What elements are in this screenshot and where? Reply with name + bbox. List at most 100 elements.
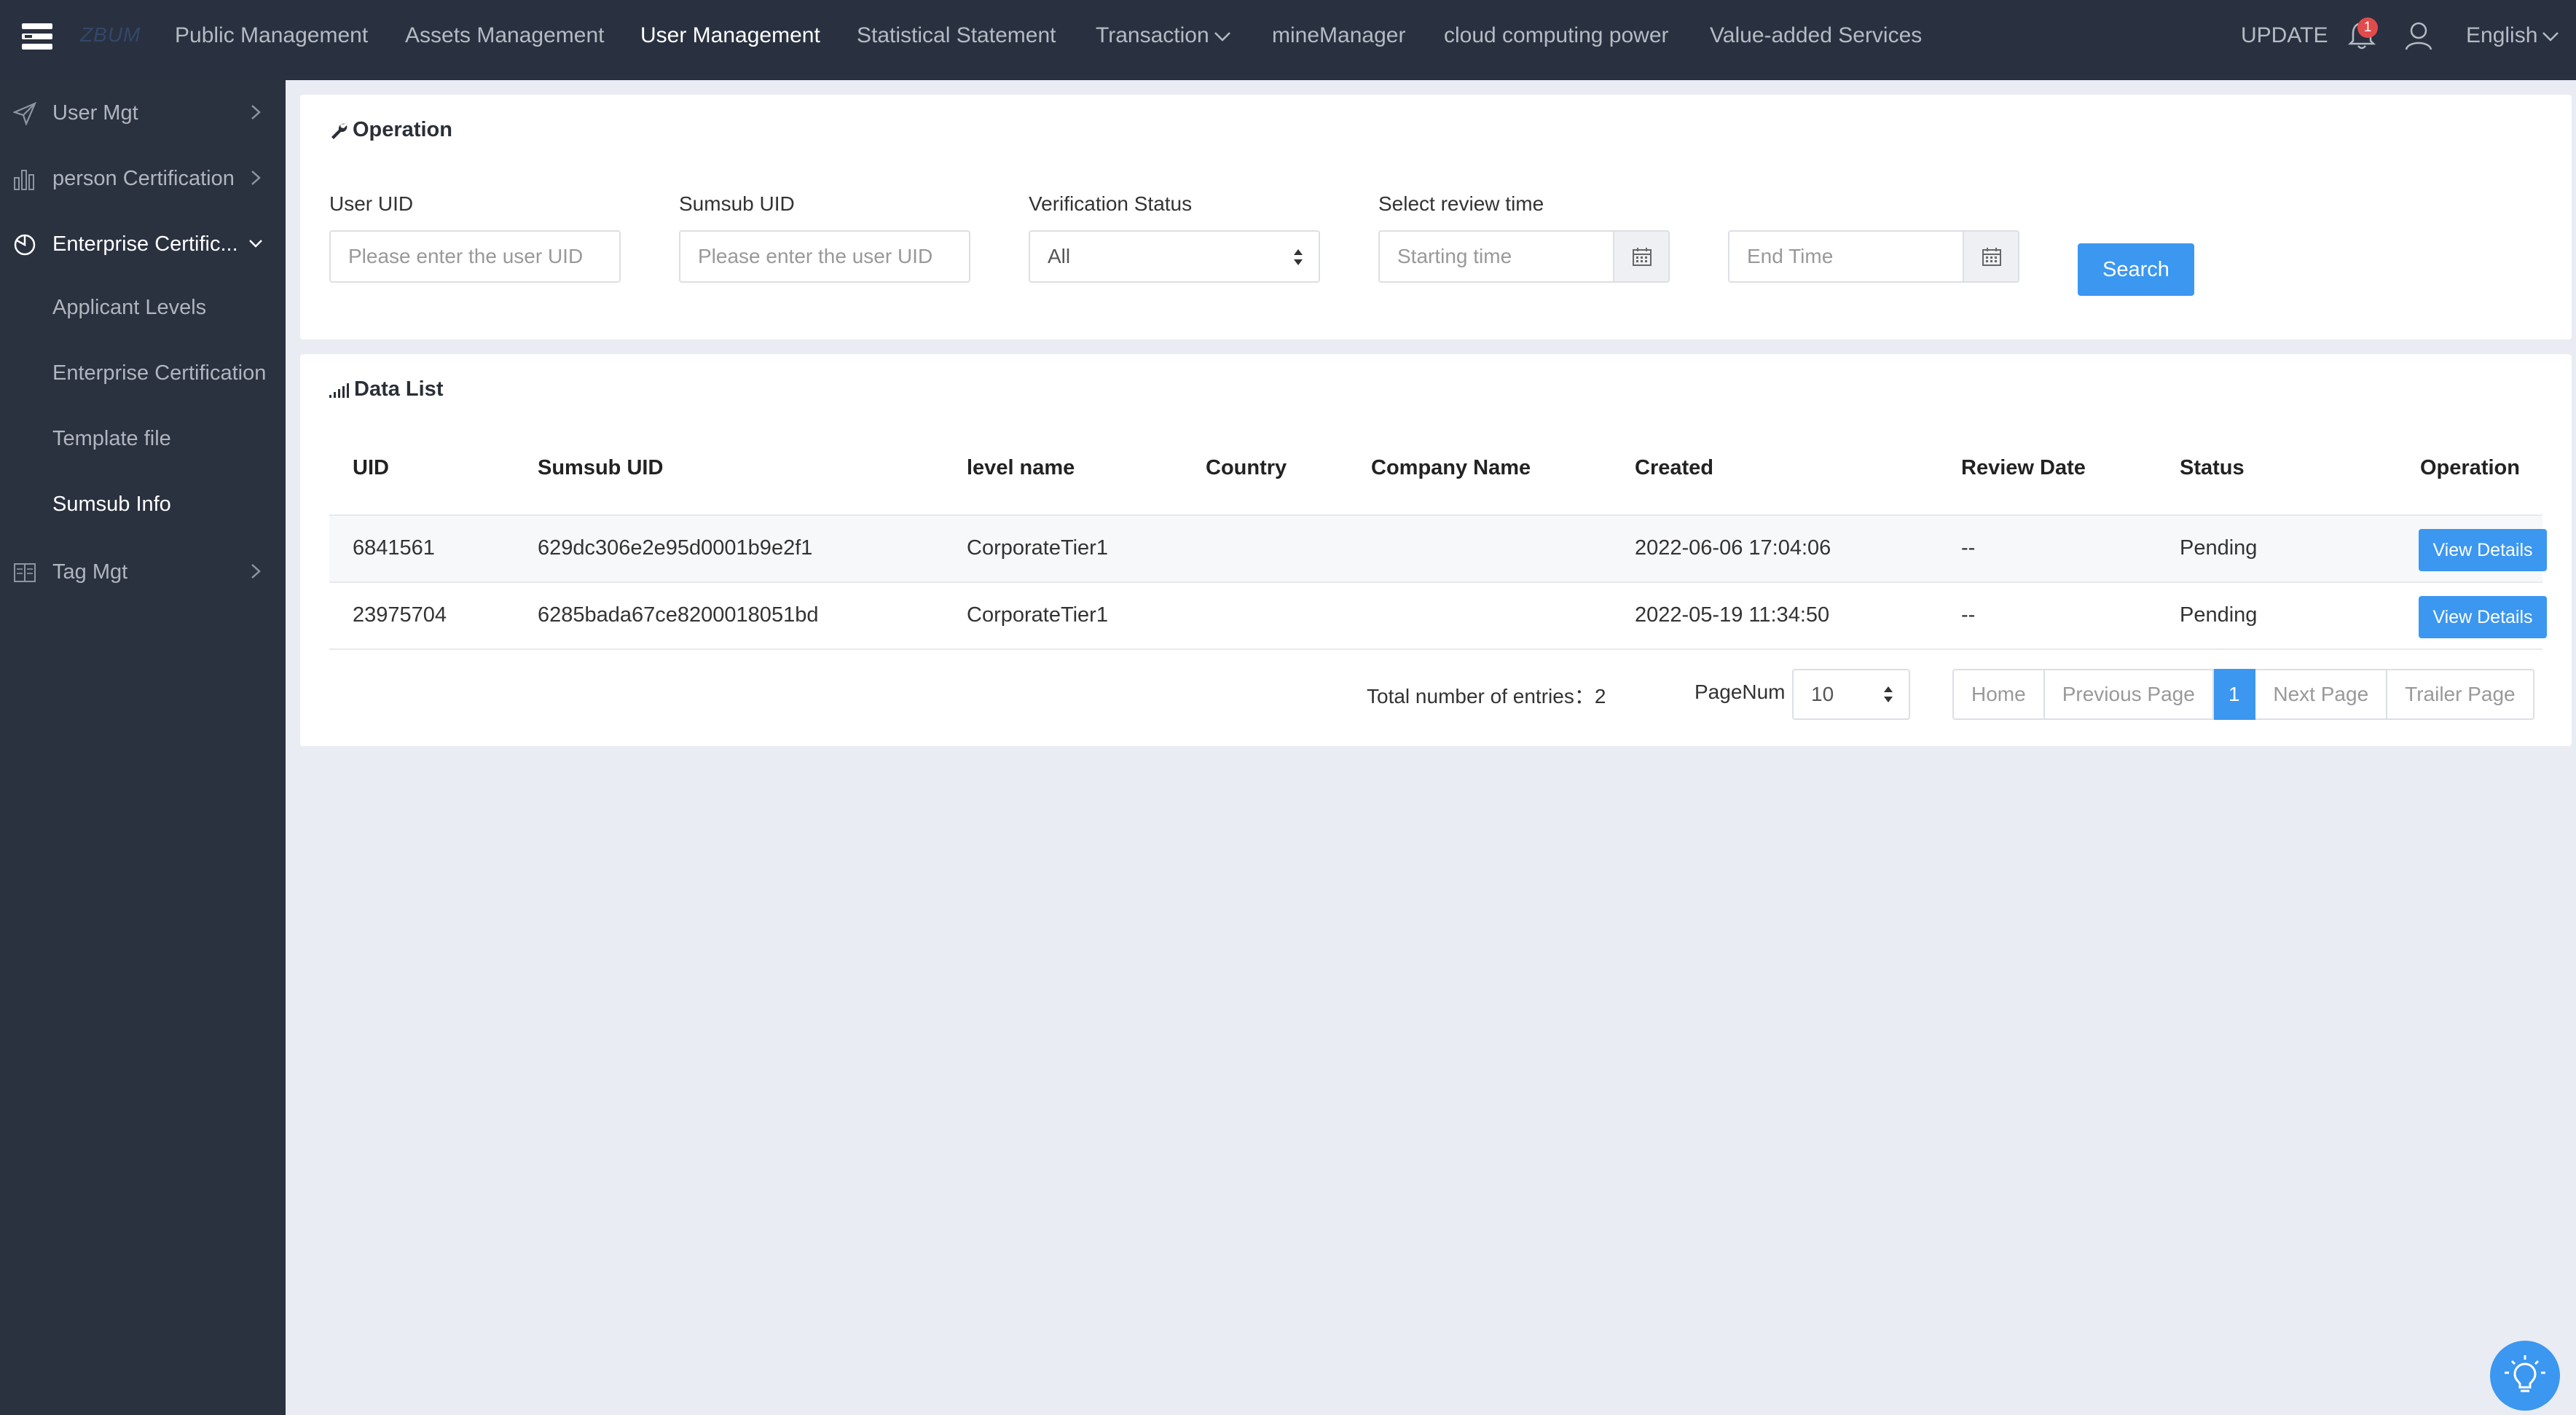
pager-previous[interactable]: Previous Page [2044, 669, 2214, 720]
nav-value-added-services[interactable]: Value-added Services [1710, 23, 1922, 48]
column-header-level-name: level name [967, 456, 1075, 479]
pager-home[interactable]: Home [1952, 669, 2045, 720]
sidebar-subitem-enterprise-certification[interactable]: Enterprise Certification [52, 361, 266, 385]
sidebar-item-person-certification[interactable]: person Certification [0, 146, 286, 211]
page-size-label: PageNum [1695, 681, 1786, 703]
chevron-down-icon [2542, 32, 2559, 42]
chevron-right-icon [251, 170, 261, 185]
menu-toggle-icon[interactable] [22, 23, 52, 50]
sidebar: User Mgt person Certification Enterprise… [0, 80, 286, 1415]
table-divider [329, 648, 2542, 650]
user-uid-input[interactable]: Please enter the user UID [329, 230, 621, 283]
nav-transaction-label: Transaction [1096, 23, 1209, 47]
operation-panel: Operation User UID Please enter the user… [300, 95, 2572, 340]
pager-next[interactable]: Next Page [2255, 669, 2388, 720]
send-icon [13, 102, 36, 125]
cell-sumsub-uid: 6285bada67ce8200018051bd [538, 603, 819, 627]
help-button[interactable] [2490, 1341, 2560, 1411]
review-time-label: Select review time [1378, 192, 1544, 215]
notification-badge: 1 [2357, 17, 2378, 38]
cell-status: Pending [2180, 603, 2258, 627]
cell-level-name: CorporateTier1 [967, 536, 1108, 560]
column-header-review-date: Review Date [1961, 456, 2086, 479]
chevron-right-icon [251, 105, 261, 119]
pager-current-page[interactable]: 1 [2213, 669, 2256, 720]
nav-user-management[interactable]: User Management [640, 23, 820, 48]
nav-statistical-statement[interactable]: Statistical Statement [857, 23, 1056, 48]
cell-review-date: -- [1961, 536, 1976, 560]
sort-arrows-icon [1884, 686, 1893, 702]
column-header-uid: UID [353, 456, 389, 479]
search-button[interactable]: Search [2078, 243, 2194, 296]
column-header-status: Status [2180, 456, 2245, 479]
chevron-down-icon [1214, 32, 1230, 42]
start-time-input[interactable]: Starting time [1378, 230, 1670, 283]
verification-status-select[interactable]: All [1029, 230, 1320, 283]
start-calendar-button[interactable] [1613, 232, 1668, 281]
pie-icon [14, 234, 36, 256]
calendar-icon [1633, 248, 1652, 266]
view-details-button[interactable]: View Details [2419, 529, 2547, 571]
view-details-button[interactable]: View Details [2419, 596, 2547, 638]
sidebar-item-user-mgt[interactable]: User Mgt [0, 80, 286, 146]
total-entries-value: 2 [1594, 685, 1606, 708]
operation-title-text: Operation [353, 118, 452, 141]
pagination: Home Previous Page 1 Next Page Trailer P… [1952, 669, 2534, 720]
logo: ZBUM [80, 23, 141, 46]
sumsub-uid-input[interactable]: Please enter the user UID [679, 230, 970, 283]
end-time-input[interactable]: End Time [1728, 230, 2019, 283]
total-entries-label: Total number of entries： [1367, 685, 1595, 708]
sidebar-item-tag-mgt[interactable]: Tag Mgt [0, 539, 286, 605]
nav-cloud-computing-power[interactable]: cloud computing power [1444, 23, 1669, 48]
table-row: 23975704 6285bada67ce8200018051bd Corpor… [329, 581, 2547, 648]
nav-assets-management[interactable]: Assets Management [405, 23, 604, 48]
data-list-panel: Data List UID Sumsub UID level name Coun… [300, 354, 2572, 746]
signal-bars-icon [329, 383, 349, 399]
operation-title: Operation [329, 118, 452, 142]
update-link[interactable]: UPDATE [2241, 23, 2328, 48]
language-label: English [2466, 23, 2538, 47]
sidebar-subitem-template-file[interactable]: Template file [52, 427, 171, 451]
column-header-created: Created [1635, 456, 1713, 479]
column-header-sumsub-uid: Sumsub UID [538, 456, 664, 479]
page-size-select[interactable]: 10 [1792, 669, 1910, 720]
total-entries: Total number of entries：2 [1367, 681, 1606, 710]
bar-chart-icon [14, 170, 34, 190]
nav-mine-manager[interactable]: mineManager [1272, 23, 1405, 48]
nav-transaction[interactable]: Transaction [1096, 23, 1231, 48]
chevron-down-icon [249, 240, 262, 248]
cell-uid: 6841561 [353, 536, 435, 560]
wrench-icon [331, 124, 347, 140]
cell-created: 2022-05-19 11:34:50 [1635, 603, 1830, 627]
sidebar-item-label: person Certification [52, 167, 235, 190]
sidebar-item-label: Enterprise Certific... [52, 232, 238, 256]
cell-status: Pending [2180, 536, 2258, 560]
data-list-title: Data List [329, 377, 443, 401]
chevron-right-icon [251, 564, 261, 579]
top-navbar: ZBUM Public Management Assets Management… [0, 0, 2576, 80]
table-row: 6841561 629dc306e2e95d0001b9e2f1 Corpora… [329, 514, 2547, 581]
column-header-company-name: Company Name [1371, 456, 1531, 479]
verification-status-value: All [1048, 245, 1071, 267]
user-uid-label: User UID [329, 192, 414, 215]
pager-last[interactable]: Trailer Page [2387, 669, 2534, 720]
sidebar-subitem-applicant-levels[interactable]: Applicant Levels [52, 296, 206, 320]
book-icon [14, 563, 36, 582]
cell-sumsub-uid: 629dc306e2e95d0001b9e2f1 [538, 536, 813, 560]
user-icon[interactable] [2404, 20, 2433, 51]
start-time-placeholder: Starting time [1397, 245, 1512, 267]
lightbulb-icon [2505, 1355, 2545, 1392]
page-size-value: 10 [1811, 683, 1834, 705]
cell-uid: 23975704 [353, 603, 447, 627]
column-header-operation: Operation [2420, 456, 2520, 479]
nav-public-management[interactable]: Public Management [175, 23, 368, 48]
sidebar-subitem-sumsub-info[interactable]: Sumsub Info [52, 493, 171, 517]
sidebar-item-enterprise-certification[interactable]: Enterprise Certific... [0, 211, 286, 277]
calendar-icon [1982, 248, 2001, 266]
sumsub-uid-label: Sumsub UID [679, 192, 795, 215]
verification-status-label: Verification Status [1029, 192, 1193, 215]
column-header-country: Country [1206, 456, 1287, 479]
sort-arrows-icon [1294, 249, 1303, 265]
end-calendar-button[interactable] [1963, 232, 2018, 281]
language-selector[interactable]: English [2466, 23, 2559, 48]
